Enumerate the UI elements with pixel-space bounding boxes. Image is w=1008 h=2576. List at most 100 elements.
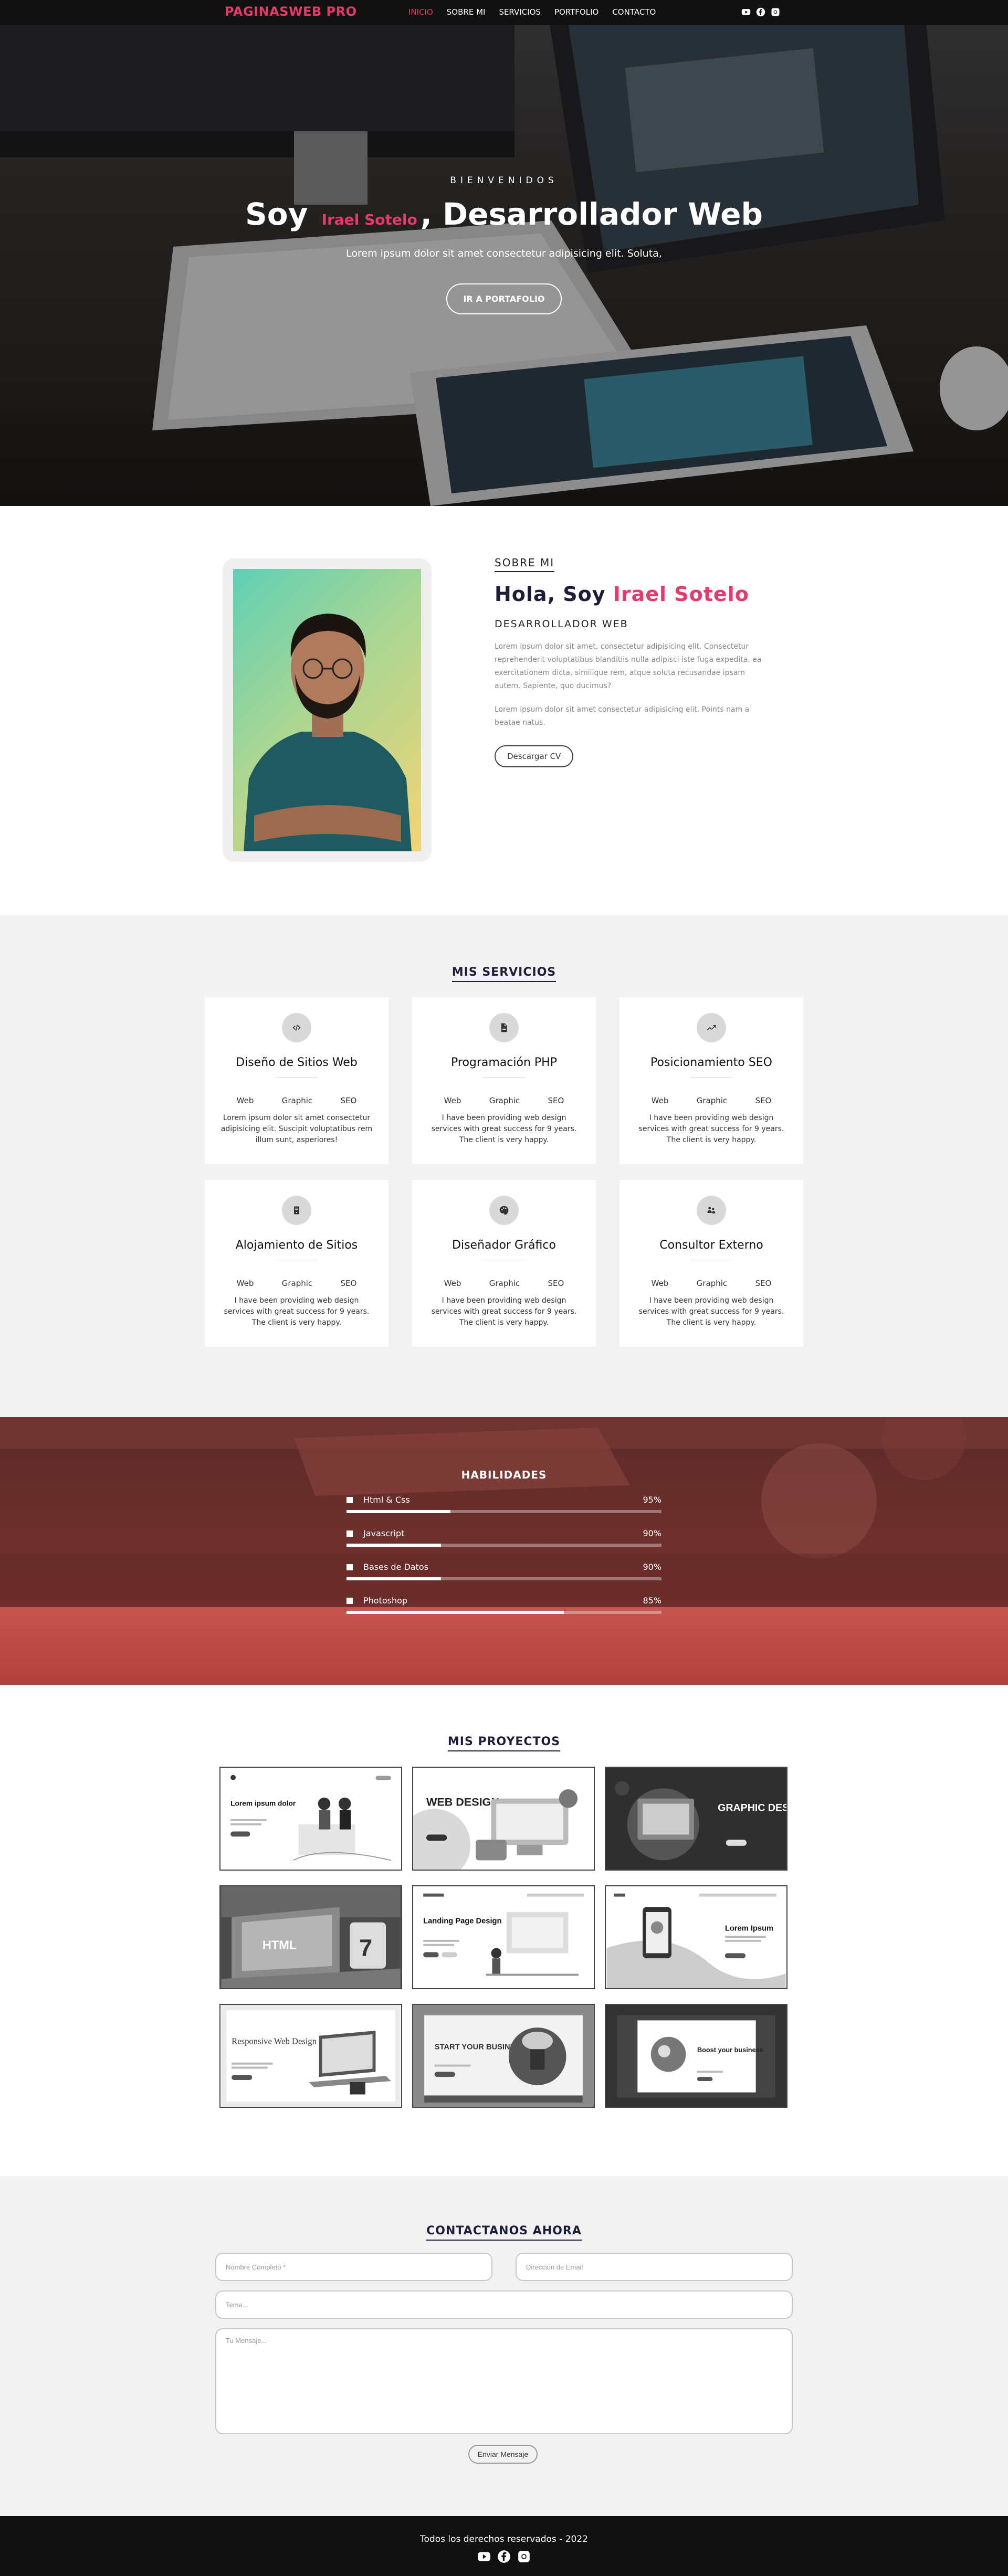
- hero-title-suffix: , Desarrollador Web: [420, 196, 763, 232]
- nav-item-portfolio[interactable]: PORTFOLIO: [554, 7, 598, 17]
- email-input[interactable]: [516, 2253, 793, 2281]
- skill-progress-bar: [346, 1577, 662, 1580]
- skill-progress-fill: [346, 1577, 441, 1580]
- message-textarea[interactable]: [215, 2328, 793, 2434]
- hero-title-prefix: Soy: [245, 196, 308, 232]
- svg-text:7: 7: [359, 1934, 372, 1961]
- about-heading-prefix: Hola, Soy: [495, 583, 606, 606]
- service-divider: [690, 1077, 732, 1078]
- service-tag: Graphic: [696, 1096, 728, 1105]
- trend-icon: [697, 1013, 726, 1042]
- skill-item: Photoshop 85%: [346, 1596, 662, 1614]
- service-tag: Web: [444, 1279, 461, 1288]
- server-icon: [282, 1196, 311, 1225]
- project-thumbnail[interactable]: Boost your business: [605, 2004, 788, 2108]
- download-cv-button[interactable]: Descargar CV: [495, 745, 574, 767]
- service-description: I have been providing web design service…: [431, 1114, 577, 1144]
- project-thumbnail[interactable]: HTML 7: [219, 1885, 402, 1989]
- skill-item: Html & Css 95%: [346, 1495, 662, 1513]
- service-title: Diseño de Sitios Web: [236, 1056, 358, 1069]
- service-title: Posicionamiento SEO: [650, 1056, 772, 1069]
- service-tag: SEO: [548, 1279, 564, 1288]
- brand-logo[interactable]: PAGINASWEB PRO: [225, 4, 357, 19]
- full-name-input[interactable]: [215, 2253, 492, 2281]
- project-illustration: HTML 7: [221, 1886, 401, 1988]
- skill-percent: 90%: [643, 1562, 662, 1572]
- contact-title: CONTACTANOS AHORA: [0, 2224, 1008, 2241]
- project-thumbnail[interactable]: Responsive Web Design: [219, 2004, 402, 2108]
- nav-item-inicio[interactable]: INICIO: [408, 7, 433, 17]
- services-title-text: MIS SERVICIOS: [452, 966, 556, 982]
- hero-kicker: BIENVENIDOS: [450, 175, 558, 186]
- profile-photo: [233, 569, 421, 851]
- project-illustration: Landing Page Design: [414, 1886, 593, 1988]
- about-text-block: SOBRE MI Hola, Soy Irael Sotelo DESARROL…: [495, 556, 768, 767]
- facebook-icon[interactable]: [497, 2550, 511, 2563]
- about-role: DESARROLLADOR WEB: [495, 618, 628, 630]
- service-card[interactable]: Consultor Externo Web Graphic SEO I have b…: [620, 1180, 803, 1347]
- project-thumbnail[interactable]: Landing Page Design: [412, 1885, 595, 1989]
- palette-icon: [489, 1196, 519, 1225]
- service-card[interactable]: Programación PHP Web Graphic SEO I have be…: [412, 997, 596, 1164]
- skill-label: Html & Css: [346, 1495, 410, 1505]
- service-tag: Graphic: [281, 1279, 313, 1288]
- service-card[interactable]: Posicionamiento SEO Web Graphic SEO I have…: [620, 997, 803, 1164]
- nav-item-servicios[interactable]: SERVICIOS: [499, 7, 541, 17]
- subject-input[interactable]: [215, 2290, 793, 2319]
- nav-item-sobre-mi[interactable]: SOBRE MI: [447, 7, 486, 17]
- project-heading: Lorem Ipsum: [725, 1924, 773, 1933]
- project-illustration: Responsive Web Design: [221, 2005, 401, 2107]
- hero-subtitle: Lorem ipsum dolor sit amet consectetur a…: [346, 248, 662, 259]
- service-tag: Graphic: [696, 1279, 728, 1288]
- footer-social-links: [0, 2550, 1008, 2563]
- facebook-icon[interactable]: [756, 7, 765, 17]
- service-tag: Graphic: [489, 1279, 520, 1288]
- skill-item: Bases de Datos 90%: [346, 1562, 662, 1580]
- about-heading: Hola, Soy Irael Sotelo: [495, 583, 768, 606]
- youtube-icon[interactable]: [477, 2550, 491, 2563]
- portfolio-button[interactable]: IR A PORTAFOLIO: [446, 283, 562, 314]
- skill-progress-fill: [346, 1544, 441, 1547]
- about-kicker: SOBRE MI: [495, 556, 555, 572]
- service-card[interactable]: Diseño de Sitios Web Web Graphic SEO Lorem…: [205, 997, 388, 1164]
- service-tags: Web Graphic SEO: [620, 1279, 803, 1288]
- instagram-icon[interactable]: [771, 7, 780, 17]
- project-heading: GRAPHIC DESIGN: [718, 1802, 786, 1813]
- about-paragraph-1: Lorem ipsum dolor sit amet, consectetur …: [495, 642, 762, 690]
- project-thumbnail[interactable]: Lorem ipsum dolor: [219, 1767, 402, 1871]
- project-illustration: Lorem Ipsum: [606, 1886, 786, 1988]
- skill-percent: 90%: [643, 1528, 662, 1538]
- main-menu: INICIO SOBRE MI SERVICIOS PORTFOLIO CONT…: [408, 7, 656, 17]
- service-title: Programación PHP: [451, 1056, 557, 1069]
- project-thumbnail[interactable]: START YOUR BUSINESS: [412, 2004, 595, 2108]
- service-tag: Graphic: [281, 1096, 313, 1105]
- youtube-icon[interactable]: [741, 7, 751, 17]
- service-description: I have been providing web design service…: [638, 1296, 784, 1327]
- about-section: SOBRE MI Hola, Soy Irael Sotelo DESARROL…: [0, 506, 1008, 915]
- skill-percent: 85%: [643, 1596, 662, 1606]
- service-divider: [276, 1077, 318, 1078]
- nav-social-links: [741, 7, 780, 17]
- project-heading: Landing Page Design: [423, 1917, 501, 1926]
- services-title: MIS SERVICIOS: [0, 966, 1008, 982]
- top-navbar: PAGINASWEB PRO INICIO SOBRE MI SERVICIOS…: [0, 0, 1008, 25]
- send-message-button[interactable]: Enviar Mensaje: [468, 2445, 538, 2464]
- contact-title-text: CONTACTANOS AHORA: [426, 2224, 582, 2241]
- skill-progress-bar: [346, 1611, 662, 1614]
- project-thumbnail[interactable]: Lorem Ipsum: [605, 1885, 788, 1989]
- service-card[interactable]: Alojamiento de Sitios Web Graphic SEO I ha…: [205, 1180, 388, 1347]
- service-tags: Web Graphic SEO: [412, 1279, 596, 1288]
- service-tag: SEO: [755, 1279, 772, 1288]
- skills-section: HABILIDADES Html & Css 95% Javascript 90% …: [0, 1417, 1008, 1685]
- project-thumbnail[interactable]: WEB DESIGN: [412, 1767, 595, 1871]
- service-divider: [483, 1077, 525, 1078]
- project-thumbnail[interactable]: GRAPHIC DESIGN: [605, 1767, 788, 1871]
- service-card[interactable]: Diseñador Gráfico Web Graphic SEO I have b…: [412, 1180, 596, 1347]
- nav-item-contacto[interactable]: CONTACTO: [612, 7, 656, 17]
- project-illustration: WEB DESIGN: [413, 1768, 593, 1870]
- skill-item: Javascript 90%: [346, 1528, 662, 1547]
- service-description: Lorem ipsum dolor sit amet consectetur a…: [220, 1114, 373, 1144]
- hero-content: BIENVENIDOS Soy Irael Sotelo, Desarrolla…: [0, 175, 1008, 314]
- instagram-icon[interactable]: [517, 2550, 531, 2563]
- skill-label: Photoshop: [346, 1596, 407, 1606]
